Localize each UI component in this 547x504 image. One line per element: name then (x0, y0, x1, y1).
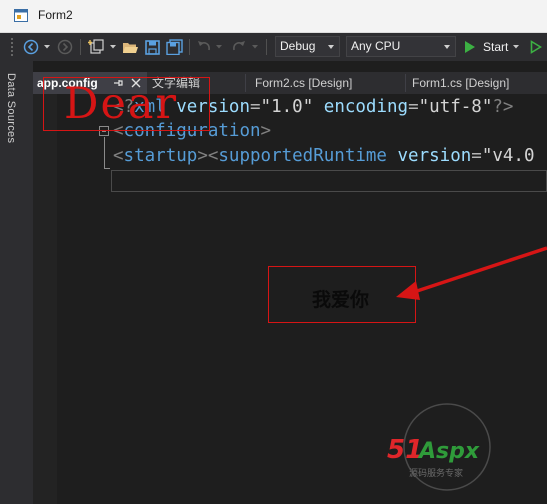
51aspx-watermark-logo: 51 Aspx 源码服务专家 (387, 403, 491, 491)
svg-text:Aspx: Aspx (417, 439, 480, 464)
svg-text:源码服务专家: 源码服务专家 (409, 467, 463, 479)
svg-text:51: 51 (387, 435, 423, 465)
